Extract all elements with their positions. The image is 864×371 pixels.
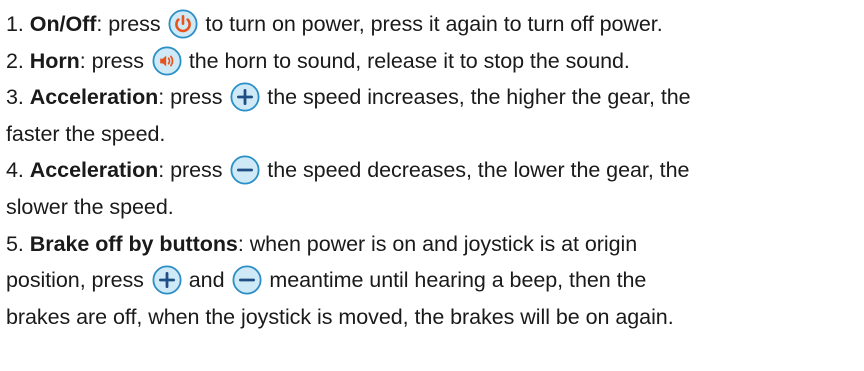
item-title: Acceleration (29, 158, 159, 183)
item-title: Brake off by buttons (29, 231, 238, 256)
item-text: to turn on power, press it again to turn… (205, 12, 663, 36)
power-icon (168, 9, 198, 39)
item-number: 5. (6, 231, 24, 256)
item-number: 1. (6, 12, 24, 36)
item-text: press (85, 48, 144, 73)
instruction-item-horn: 2. Horn: press the horn to sound, releas… (6, 43, 864, 80)
item-text: the speed increases, the higher the gear… (267, 85, 691, 110)
instruction-item-on-off: 1. On/Off: press to turn on power, press… (6, 6, 864, 43)
plus-icon (230, 82, 260, 112)
item-title: On/Off (29, 12, 97, 36)
item-number: 2. (6, 48, 24, 73)
item-number: 3. (6, 85, 24, 110)
item-title: Horn (29, 48, 80, 73)
item-text: brakes are off, when the joystick is mov… (6, 304, 674, 329)
instructions-document: 1. On/Off: press to turn on power, press… (0, 0, 864, 371)
minus-icon (230, 155, 260, 185)
instruction-item-continuation: brakes are off, when the joystick is mov… (6, 299, 864, 336)
item-text: press (164, 158, 223, 183)
instruction-item-continuation: position, press and meantime until heari… (6, 262, 864, 299)
item-text: meantime until hearing a beep, then the (269, 268, 647, 293)
item-text: faster the speed. (6, 121, 166, 146)
item-text: press (164, 85, 223, 110)
instruction-item-acceleration-down: 4. Acceleration: press the speed decreas… (6, 152, 864, 189)
instruction-item-continuation: faster the speed. (6, 116, 864, 153)
item-text: and (188, 268, 225, 293)
instruction-item-brake-off: 5. Brake off by buttons: when power is o… (6, 231, 638, 256)
item-text: the horn to sound, release it to stop th… (188, 48, 630, 73)
item-number: 4. (6, 158, 24, 183)
item-text: press (102, 12, 161, 36)
item-title: Acceleration (29, 85, 159, 110)
item-text: slower the speed. (6, 194, 174, 219)
instruction-item-continuation: slower the speed. (6, 189, 864, 226)
plus-icon (152, 265, 182, 295)
horn-icon (152, 46, 182, 76)
item-text: position, press (6, 268, 144, 293)
item-text: when power is on and joystick is at orig… (243, 231, 638, 256)
item-text: the speed decreases, the lower the gear,… (267, 158, 690, 183)
minus-icon (232, 265, 262, 295)
instruction-item-acceleration-up: 3. Acceleration: press the speed increas… (6, 79, 864, 116)
